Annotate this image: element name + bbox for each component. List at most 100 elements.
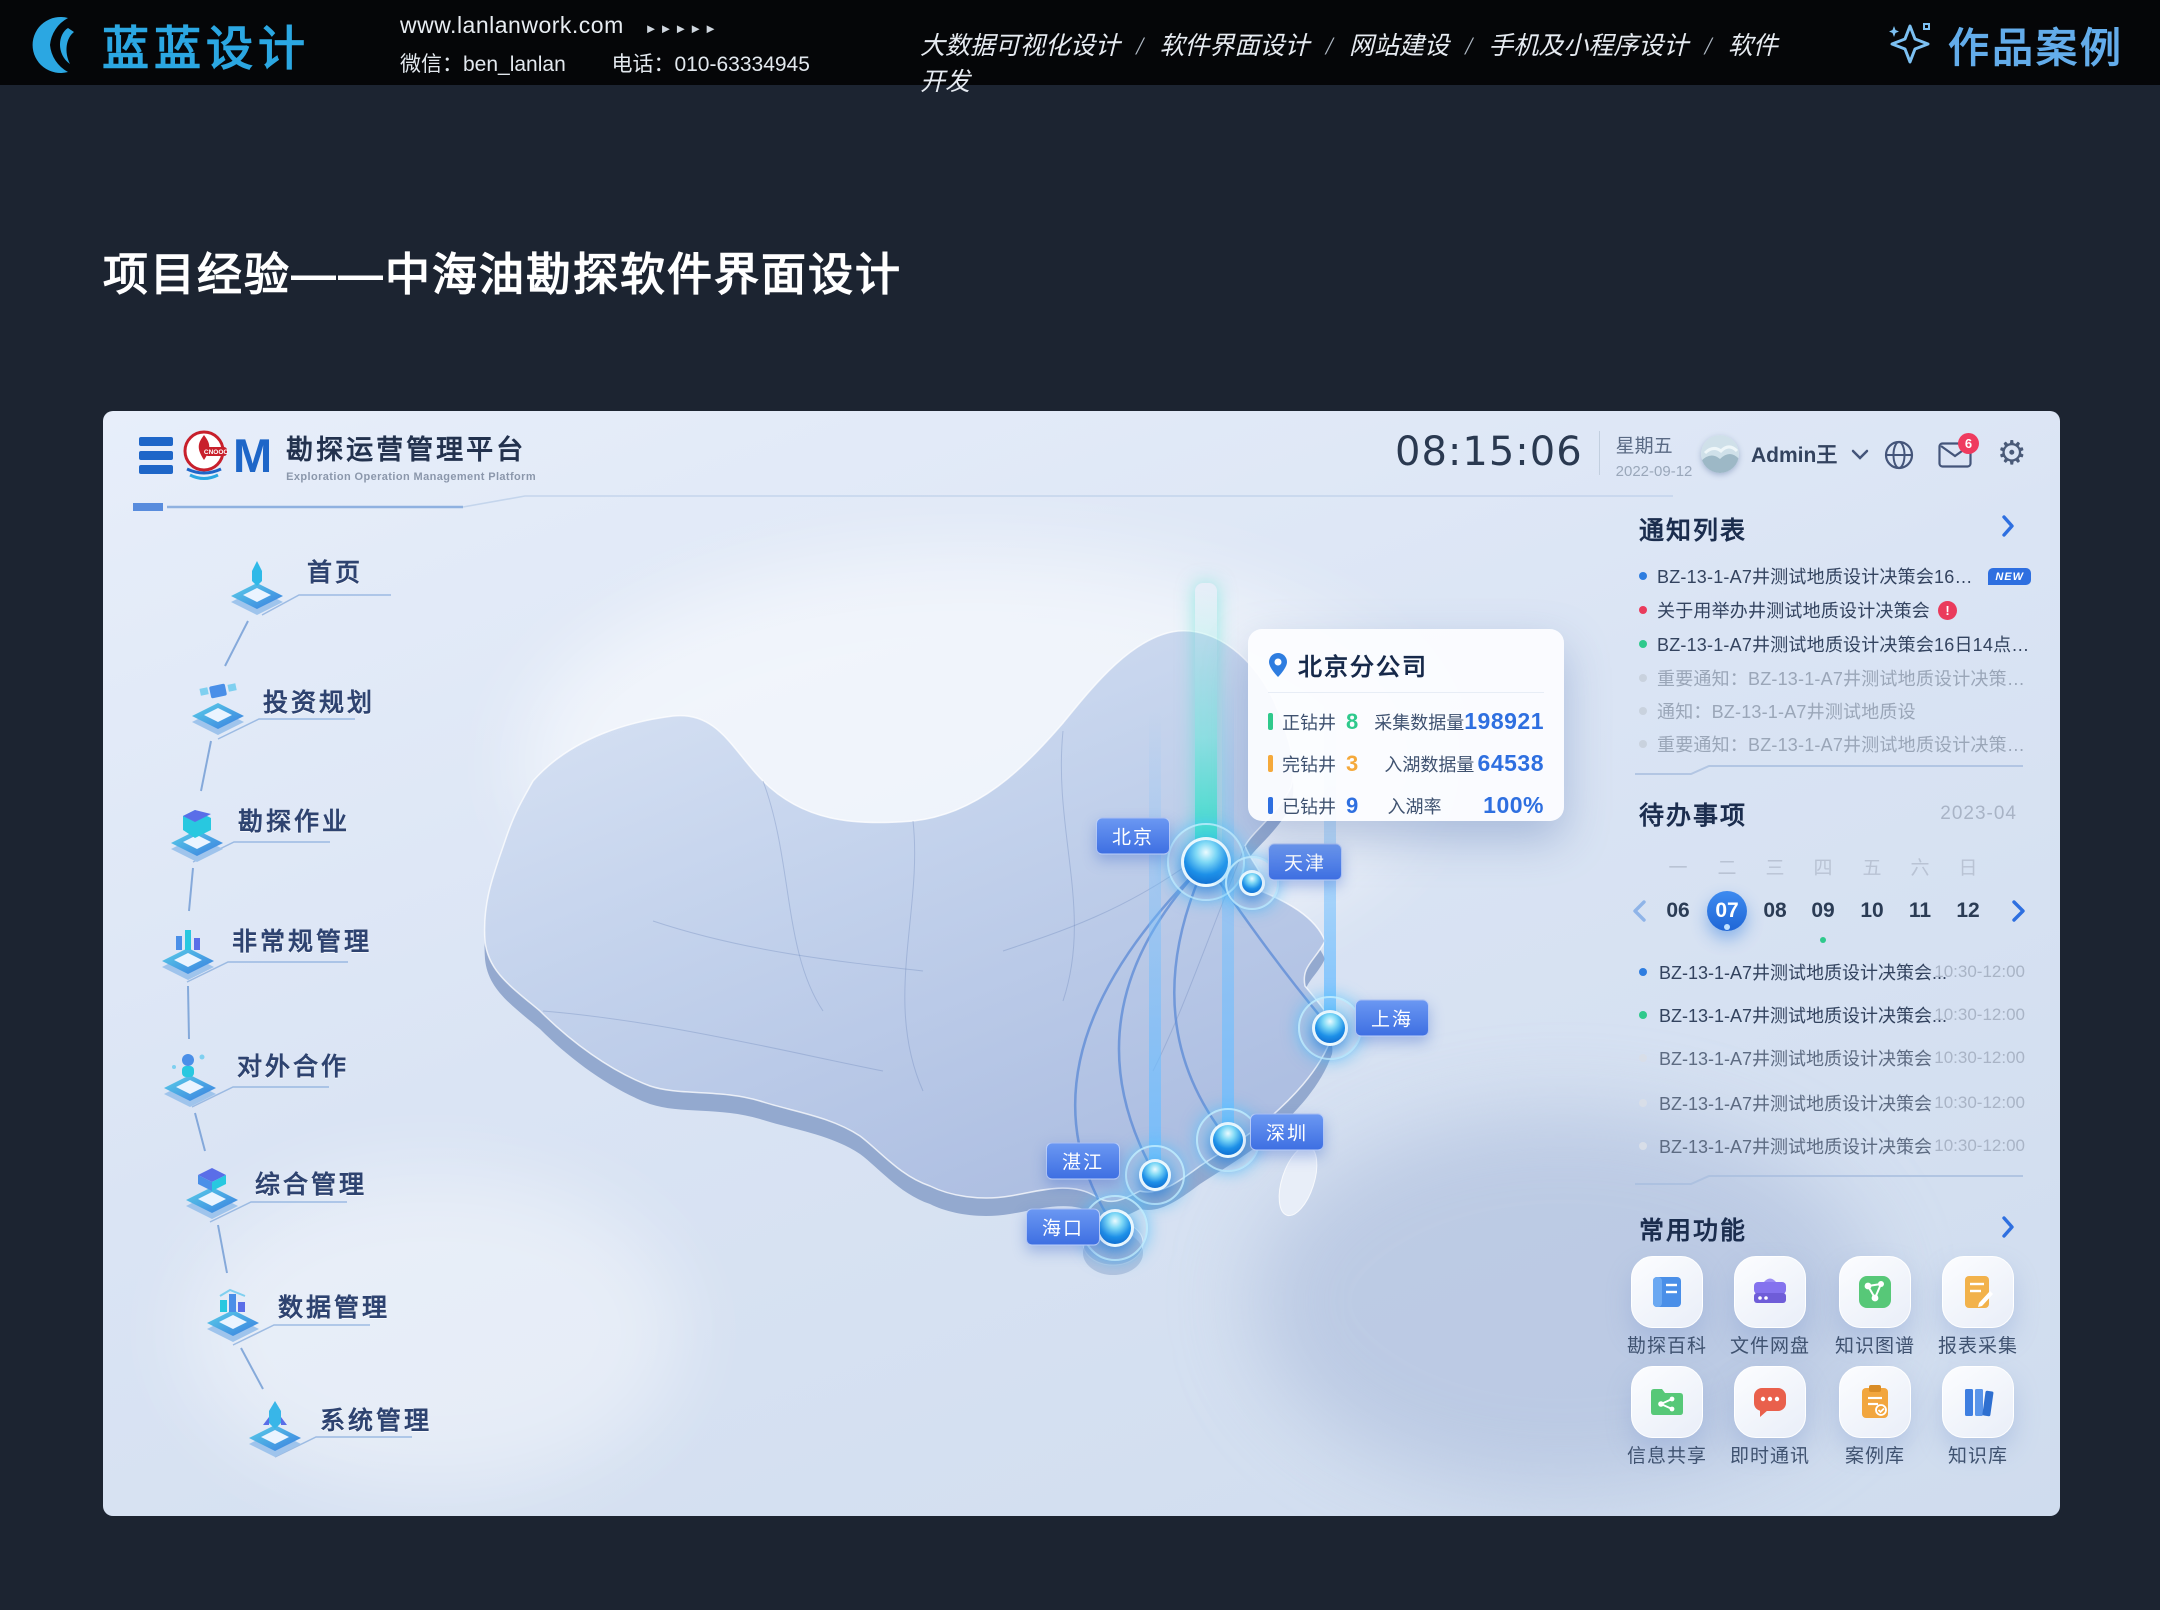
notification-item[interactable]: 重要通知：BZ-13-1-A7井测试地质设计决策会16日14... <box>1639 731 2031 757</box>
calendar-day[interactable]: 10 <box>1852 891 1892 931</box>
astronaut-platform-icon <box>158 1047 222 1111</box>
sidebar-item-general[interactable]: 综合管理 <box>180 1159 244 1228</box>
info-card-row: 完钻井 3 入湖数据量 64538 <box>1268 750 1544 777</box>
notification-item[interactable]: 重要通知：BZ-13-1-A7井测试地质设计决策会16日14... <box>1639 665 2031 691</box>
satellite-platform-icon <box>186 675 250 739</box>
todo-item[interactable]: BZ-13-1-A7井测试地质设计决策会 10:30-12:00 <box>1639 1045 2031 1071</box>
weekday-label: 二 <box>1707 853 1747 880</box>
header-divider <box>133 493 1693 519</box>
status-dot <box>1639 1099 1647 1107</box>
status-dot <box>1639 1011 1647 1019</box>
func-label: 知识图谱 <box>1820 1331 1930 1358</box>
city-marker-shanghai[interactable] <box>1308 1006 1352 1050</box>
status-dot <box>1639 1142 1647 1150</box>
cnooc-logo-icon: CNOOC <box>179 427 229 483</box>
city-label-tianjin[interactable]: 天津 <box>1268 844 1342 881</box>
city-label-haikou[interactable]: 海口 <box>1026 1209 1100 1246</box>
sidebar-item-system[interactable]: 系统管理 <box>243 1397 307 1466</box>
func-tile-encyclopedia[interactable] <box>1631 1256 1703 1328</box>
site-url[interactable]: www.lanlanwork.com <box>400 12 624 38</box>
func-tile-instant-chat[interactable] <box>1734 1366 1806 1438</box>
calendar-prev-icon[interactable] <box>1631 900 1647 922</box>
chat-bubble-icon <box>1751 1383 1789 1421</box>
section-divider <box>1635 1173 2023 1187</box>
status-dot <box>1639 1054 1647 1062</box>
nav-item-software-ui[interactable]: 软件界面设计 <box>1159 33 1309 60</box>
app-title: 勘探运营管理平台 <box>286 428 536 467</box>
calendar-next-icon[interactable] <box>2011 900 2027 922</box>
weekday-label: 五 <box>1852 853 1892 880</box>
status-dot <box>1639 674 1647 682</box>
info-card-row: 已钻井 9 入湖率 100% <box>1268 792 1544 819</box>
todo-item[interactable]: BZ-13-1-A7井测试地质设计决策会... 10:30-12:00 <box>1639 1002 2031 1028</box>
rocket-platform-icon <box>225 555 289 619</box>
sidebar-item-investment[interactable]: 投资规划 <box>186 675 250 744</box>
new-badge: NEW <box>1988 568 2031 585</box>
todo-item[interactable]: BZ-13-1-A7井测试地质设计决策会 10:30-12:00 <box>1639 1090 2031 1116</box>
todo-item[interactable]: BZ-13-1-A7井测试地质设计决策会... 10:30-12:00 <box>1639 959 2031 985</box>
notification-item[interactable]: BZ-13-1-A7井测试地质设计决策会16日14点开始！ <box>1639 631 2031 657</box>
brand[interactable]: 蓝蓝设计 <box>28 10 310 79</box>
stat-tick <box>1268 797 1273 814</box>
notification-item[interactable]: 关于用举办井测试地质设计决策会 ! <box>1639 597 2031 623</box>
chart-platform-icon <box>156 920 220 984</box>
alert-badge: ! <box>1938 601 1957 620</box>
calendar-day[interactable]: 06 <box>1658 891 1698 931</box>
city-label-zhanjiang[interactable]: 湛江 <box>1046 1143 1120 1180</box>
phone-contact: 电话：010-63334945 <box>611 53 809 76</box>
func-label: 报表采集 <box>1923 1331 2033 1358</box>
calendar-day[interactable]: 08 <box>1755 891 1795 931</box>
book-icon <box>1648 1273 1686 1311</box>
drive-icon <box>1751 1273 1789 1311</box>
event-dot <box>1724 924 1730 930</box>
sidebar-item-exploration[interactable]: 勘探作业 <box>165 802 229 871</box>
dashboard-screenshot: CNOOC M 勘探运营管理平台 Exploration Operation M… <box>103 411 2060 1516</box>
nav-item-mobile[interactable]: 手机及小程序设计 <box>1488 33 1688 60</box>
weekday-label: 六 <box>1900 853 1940 880</box>
printer-platform-icon <box>180 1159 244 1223</box>
func-tile-info-share[interactable] <box>1631 1366 1703 1438</box>
nav-item-website[interactable]: 网站建设 <box>1349 33 1449 60</box>
sidebar-item-cooperation[interactable]: 对外合作 <box>158 1047 222 1116</box>
page-title: 项目经验——中海油勘探软件界面设计 <box>103 238 902 303</box>
event-dot <box>1820 937 1826 943</box>
nav-item-bigdata[interactable]: 大数据可视化设计 <box>920 33 1120 60</box>
city-marker-shenzhen[interactable] <box>1206 1118 1250 1162</box>
beijing-info-card: 北京分公司 正钻井 8 采集数据量 198921 完钻井 3 入湖数据量 645… <box>1248 629 1564 821</box>
city-marker-tianjin[interactable] <box>1235 866 1269 900</box>
functions-title: 常用功能 <box>1639 1211 1747 1247</box>
wechat-contact: 微信：ben_lanlan <box>400 53 566 76</box>
folder-platform-icon <box>165 802 229 866</box>
city-label-shanghai[interactable]: 上海 <box>1355 1000 1429 1037</box>
shenzhen-beam <box>1222 681 1234 1140</box>
func-tile-knowledge-base[interactable] <box>1942 1366 2014 1438</box>
notifications-more-icon[interactable] <box>2001 515 2015 537</box>
todo-item[interactable]: BZ-13-1-A7井测试地质设计决策会 10:30-12:00 <box>1639 1133 2031 1159</box>
site-nav: 大数据可视化设计 / 软件界面设计 / 网站建设 / 手机及小程序设计 / 软件… <box>920 26 1800 98</box>
sidebar-item-unconventional[interactable]: 非常规管理 <box>156 920 220 989</box>
city-label-beijing[interactable]: 北京 <box>1096 818 1170 855</box>
status-dot <box>1639 640 1647 648</box>
calendar-day[interactable]: 12 <box>1948 891 1988 931</box>
calendar-day[interactable]: 09 <box>1803 891 1843 931</box>
notification-item[interactable]: 通知：BZ-13-1-A7井测试地质设 <box>1639 698 2031 724</box>
sidebar-item-home[interactable]: 首页 <box>225 555 289 624</box>
func-tile-knowledge-graph[interactable] <box>1839 1256 1911 1328</box>
func-tile-netdisk[interactable] <box>1734 1256 1806 1328</box>
city-label-shenzhen[interactable]: 深圳 <box>1250 1114 1324 1151</box>
calendar-day[interactable]: 11 <box>1900 891 1940 931</box>
functions-more-icon[interactable] <box>2001 1216 2015 1238</box>
city-marker-zhanjiang[interactable] <box>1135 1155 1175 1195</box>
func-tile-report-collect[interactable] <box>1942 1256 2014 1328</box>
func-tile-case-library[interactable] <box>1839 1366 1911 1438</box>
sidebar-item-data[interactable]: 数据管理 <box>201 1282 265 1351</box>
brand-name: 蓝蓝设计 <box>102 10 310 79</box>
right-panel: 通知列表 BZ-13-1-A7井测试地质设计决策会16日14点开始 NEW 关于… <box>1631 411 2033 1516</box>
status-dot <box>1639 707 1647 715</box>
portfolio-link[interactable]: 作品案例 <box>1884 14 2124 74</box>
status-dot <box>1639 606 1647 614</box>
section-divider <box>1635 763 2023 777</box>
notification-item[interactable]: BZ-13-1-A7井测试地质设计决策会16日14点开始 NEW <box>1639 563 2031 589</box>
weekday-label: 四 <box>1803 853 1843 880</box>
graph-icon <box>1856 1273 1894 1311</box>
